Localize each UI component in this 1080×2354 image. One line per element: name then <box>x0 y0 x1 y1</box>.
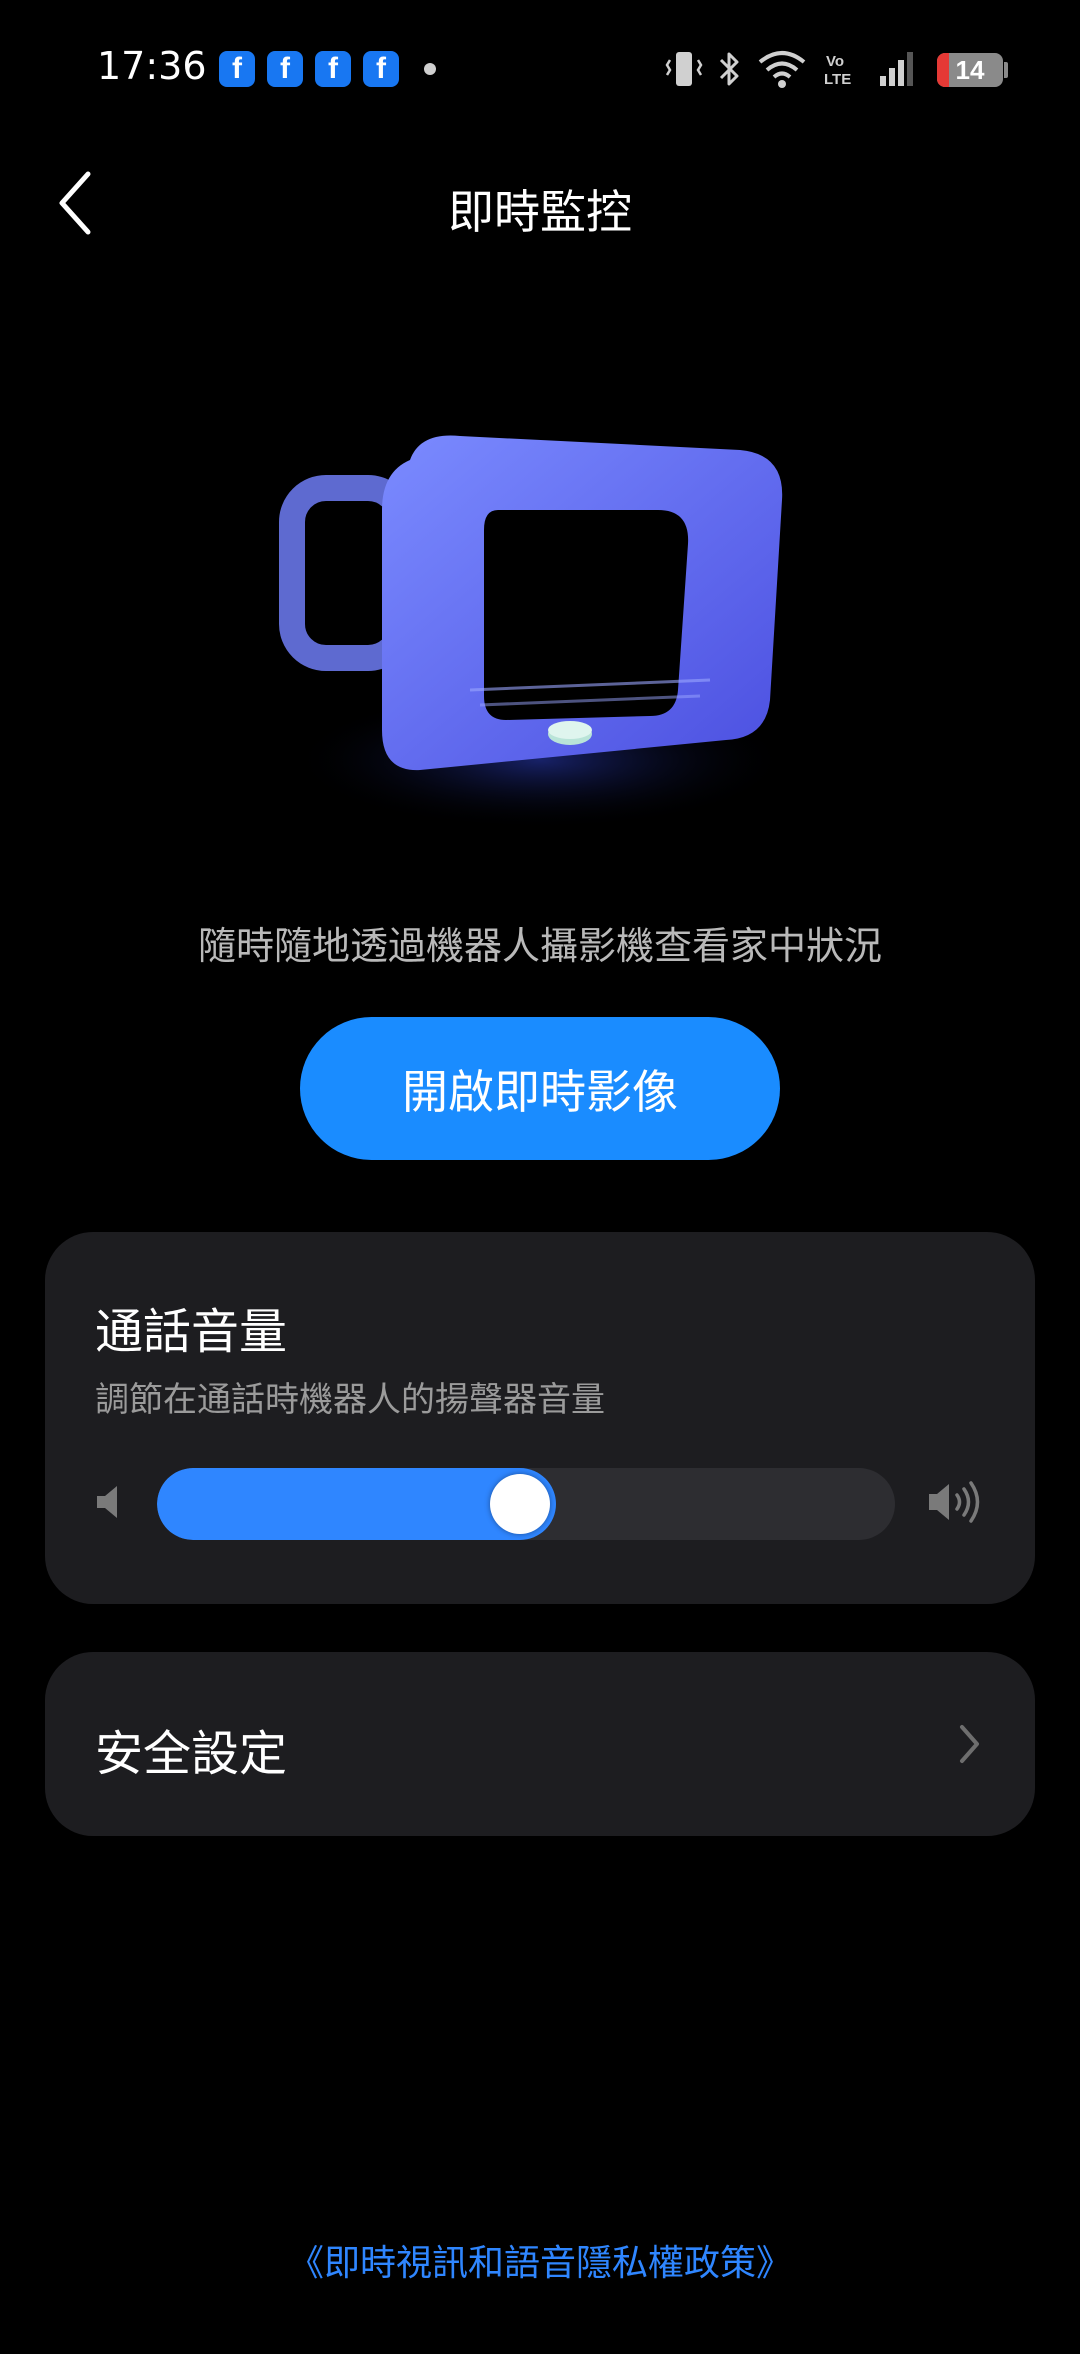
facebook-icon: f <box>315 51 351 87</box>
start-live-video-button[interactable]: 開啟即時影像 <box>300 1017 780 1160</box>
facebook-icon: f <box>219 51 255 87</box>
facebook-icon: f <box>267 51 303 87</box>
page-title: 即時監控 <box>448 185 632 239</box>
feature-tagline: 隨時隨地透過機器人攝影機查看家中狀況 <box>197 924 882 968</box>
bluetooth-icon <box>719 52 739 86</box>
volume-low-icon <box>97 1486 117 1518</box>
svg-text:Vo: Vo <box>826 53 844 70</box>
wifi-icon <box>758 51 806 88</box>
facebook-icon: f <box>363 51 399 87</box>
vibrate-icon <box>665 52 703 86</box>
status-time: 17:36 <box>97 44 207 88</box>
volume-high-icon <box>929 1481 980 1523</box>
call-volume-description: 調節在通話時機器人的揚聲器音量 <box>95 1380 605 1420</box>
volte-icon: Vo LTE <box>824 53 851 88</box>
privacy-policy-link[interactable]: 《即時視訊和語音隱私權政策》 <box>0 2234 1080 2286</box>
robot-camera-illustration <box>279 435 790 830</box>
battery-icon: 14 <box>937 53 1003 87</box>
svg-text:LTE: LTE <box>824 71 851 88</box>
battery-tip <box>1004 62 1008 78</box>
call-volume-card: 通話音量 調節在通話時機器人的揚聲器音量 <box>45 1232 1035 1604</box>
chevron-right-icon <box>960 1725 979 1763</box>
call-volume-title: 通話音量 <box>95 1304 288 1360</box>
volume-slider-thumb[interactable] <box>490 1474 550 1534</box>
battery-level: 14 <box>955 54 985 85</box>
more-notifications-icon <box>424 63 436 75</box>
security-settings-row[interactable]: 安全設定 <box>45 1652 1035 1836</box>
signal-icon <box>880 52 913 86</box>
security-settings-label: 安全設定 <box>95 1726 288 1782</box>
status-bar: 17:36 f f f f Vo LTE 14 <box>0 0 1080 140</box>
